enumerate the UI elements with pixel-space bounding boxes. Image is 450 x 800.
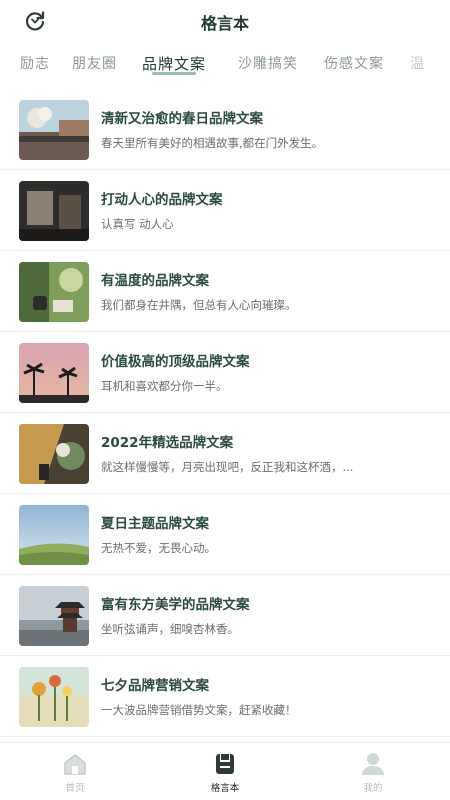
nav-home-label: 首页 (65, 783, 85, 794)
nav-notebook-label: 格言本 (210, 783, 240, 794)
article-subtitle: 坐听弦诵声，细嗅杏林香。 (101, 622, 239, 636)
article-title: 有温度的品牌文案 (101, 273, 209, 289)
article-subtitle: 就这样慢慢等，月亮出现吧，反正我和这杯酒，... (101, 460, 354, 474)
nav-profile[interactable]: 我的 (333, 751, 413, 794)
list-item[interactable]: 七夕品牌营销文案 一大波品牌营销借势文案，赶紧收藏！ (0, 657, 450, 737)
article-title: 价值极高的顶级品牌文案 (101, 354, 250, 370)
list-item[interactable]: 2022年精选品牌文案 就这样慢慢等，月亮出现吧，反正我和这杯酒，... (0, 414, 450, 494)
article-subtitle: 一大波品牌营销借势文案，赶紧收藏！ (101, 703, 297, 717)
list-item[interactable]: 价值极高的顶级品牌文案 耳机和喜欢都分你一半。 (0, 333, 450, 413)
article-thumbnail (19, 181, 89, 241)
nav-profile-label: 我的 (363, 783, 383, 794)
article-title: 打动人心的品牌文案 (101, 192, 223, 208)
article-title: 夏日主题品牌文案 (101, 516, 209, 532)
bottom-nav: 首页 格言本 我的 (0, 742, 450, 800)
article-thumbnail (19, 100, 89, 160)
article-title: 2022年精选品牌文案 (101, 435, 234, 451)
list-item[interactable]: 打动人心的品牌文案 认真写 动人心 (0, 171, 450, 251)
article-subtitle: 春天里所有美好的相遇故事,都在门外发生。 (101, 136, 324, 150)
article-subtitle: 无热不爱，无畏心动。 (101, 541, 216, 555)
article-subtitle: 耳机和喜欢都分你一半。 (101, 379, 228, 393)
article-subtitle: 我们都身在井隅，但总有人心向璀璨。 (101, 298, 297, 312)
article-title: 清新又治愈的春日品牌文案 (101, 111, 263, 127)
notebook-icon (185, 751, 265, 777)
list-item[interactable]: 清新又治愈的春日品牌文案 春天里所有美好的相遇故事,都在门外发生。 (0, 90, 450, 170)
article-title: 富有东方美学的品牌文案 (101, 597, 250, 613)
tab-lizhi[interactable]: 励志 (20, 53, 50, 73)
tab-pengyouquan[interactable]: 朋友圈 (72, 53, 117, 73)
tab-wen[interactable]: 温 (410, 53, 425, 73)
category-tabs: 励志 朋友圈 品牌文案 沙雕搞笑 伤感文案 温 (0, 50, 450, 84)
list-item[interactable]: 夏日主题品牌文案 无热不爱，无畏心动。 (0, 495, 450, 575)
nav-notebook[interactable]: 格言本 (185, 751, 265, 794)
list-item[interactable]: 有温度的品牌文案 我们都身在井隅，但总有人心向璀璨。 (0, 252, 450, 332)
active-tab-indicator (152, 72, 197, 75)
article-thumbnail (19, 343, 89, 403)
home-icon (35, 751, 115, 777)
list-item[interactable]: 富有东方美学的品牌文案 坐听弦诵声，细嗅杏林香。 (0, 576, 450, 656)
article-subtitle: 认真写 动人心 (101, 217, 174, 231)
user-icon (333, 751, 413, 777)
article-thumbnail (19, 262, 89, 322)
nav-home[interactable]: 首页 (35, 751, 115, 794)
article-thumbnail (19, 586, 89, 646)
article-thumbnail (19, 667, 89, 727)
tab-shadiao-gaoxiao[interactable]: 沙雕搞笑 (238, 53, 298, 73)
tab-pinpai-wenan[interactable]: 品牌文案 (142, 53, 206, 75)
tab-shanggan-wenan[interactable]: 伤感文案 (324, 53, 384, 73)
article-thumbnail (19, 424, 89, 484)
article-title: 七夕品牌营销文案 (101, 678, 209, 694)
app-header: 格言本 (0, 0, 450, 40)
article-thumbnail (19, 505, 89, 565)
page-title: 格言本 (200, 14, 249, 33)
